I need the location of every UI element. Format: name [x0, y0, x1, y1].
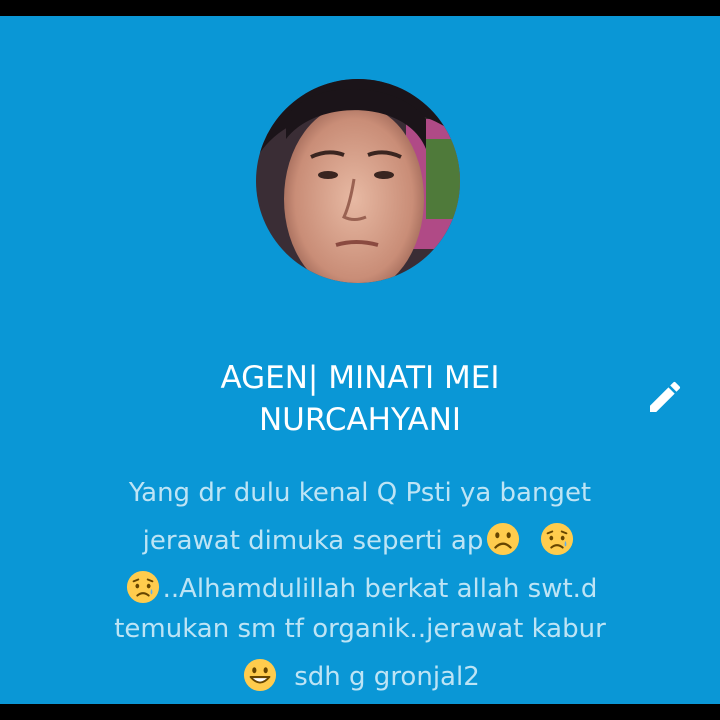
bio-text-3: ..Alhamdulillah berkat allah swt.d	[162, 574, 598, 604]
profile-photo	[256, 79, 460, 283]
profile-header: AGEN| MINATI MEI NURCAHYANI Yang dr dulu…	[0, 16, 720, 704]
profile-name: AGEN| MINATI MEI NURCAHYANI	[120, 357, 600, 441]
profile-bio: Yang dr dulu kenal Q Psti ya banget jera…	[60, 472, 660, 704]
bio-text-1: Yang dr dulu kenal Q Psti ya banget	[128, 478, 592, 508]
grinning-face-icon	[244, 658, 277, 691]
pencil-icon	[650, 381, 681, 412]
avatar[interactable]	[256, 79, 460, 283]
bio-line: sdh g gronjal2	[60, 656, 660, 704]
sad-tear-face-icon	[126, 570, 159, 603]
bio-text-5: sdh g gronjal2	[294, 662, 480, 692]
bio-text-4: temukan sm tf organik..jerawat kabur	[114, 614, 606, 644]
frowning-face-icon	[487, 522, 520, 555]
edit-button[interactable]	[643, 375, 687, 419]
bio-text-2: jerawat dimuka seperti ap	[142, 526, 484, 556]
bio-line: Yang dr dulu kenal Q Psti ya banget	[60, 472, 660, 520]
bio-line: jerawat dimuka seperti ap	[60, 520, 660, 568]
profile-name-line2: NURCAHYANI	[258, 402, 462, 438]
sad-tear-face-icon	[541, 522, 574, 555]
bio-line: temukan sm tf organik..jerawat kabur	[60, 608, 660, 656]
profile-name-line1: AGEN| MINATI MEI	[220, 360, 500, 396]
bio-line: ..Alhamdulillah berkat allah swt.d	[60, 568, 660, 608]
